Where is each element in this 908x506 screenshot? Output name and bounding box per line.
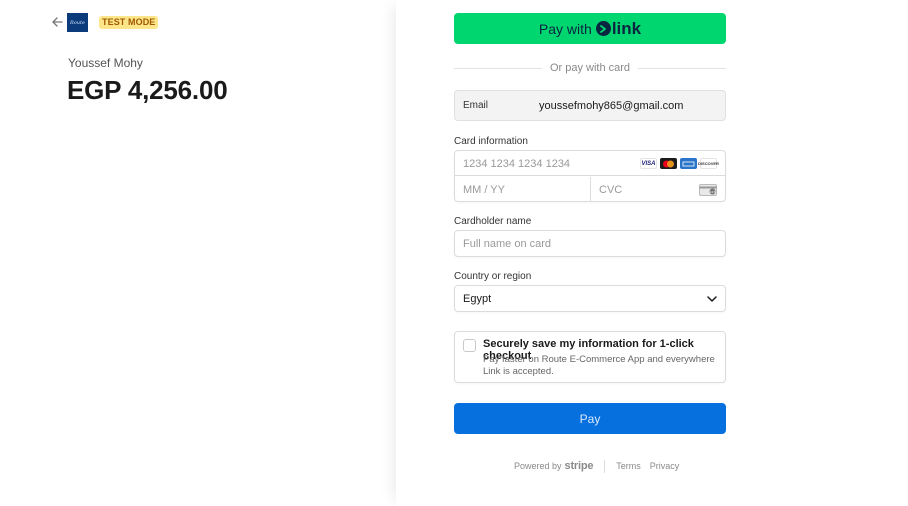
arrow-left-icon[interactable] (50, 14, 64, 30)
visa-icon: VISA (640, 158, 657, 169)
cardholder-name-input[interactable] (454, 230, 726, 257)
email-field[interactable]: Email youssefmohy865@gmail.com (454, 90, 726, 121)
card-information-label: Card information (454, 136, 528, 147)
mastercard-icon (660, 158, 677, 169)
svg-text:123: 123 (710, 190, 716, 194)
discover-icon: DISCOVER (698, 158, 719, 169)
order-summary-panel: Route TEST MODE Youssef Mohy EGP 4,256.0… (0, 0, 396, 506)
cvc-card-icon: 123 (699, 183, 717, 196)
terms-link[interactable]: Terms (616, 461, 641, 471)
pay-button[interactable]: Pay (454, 403, 726, 434)
country-label: Country or region (454, 271, 532, 282)
country-value: Egypt (463, 292, 492, 305)
total-amount: EGP 4,256.00 (67, 75, 228, 105)
save-info-description: Pay faster on Route E-Commerce App and e… (483, 354, 715, 377)
test-mode-badge: TEST MODE (99, 16, 159, 29)
stripe-logo: stripe (564, 460, 594, 472)
save-info-box: Securely save my information for 1-click… (454, 331, 726, 383)
link-wordmark: link (611, 18, 642, 38)
save-info-checkbox[interactable] (463, 339, 476, 352)
or-pay-with-card-divider: Or pay with card (454, 61, 726, 75)
card-brands: VISA DISCOVER (640, 158, 719, 169)
cardholder-name-label: Cardholder name (454, 216, 532, 227)
email-label: Email (463, 100, 489, 111)
footer: Powered by stripe Terms Privacy (514, 459, 688, 473)
amex-icon (680, 158, 697, 169)
card-expiry-input[interactable] (463, 177, 589, 202)
powered-by-text: Powered by (514, 461, 562, 471)
card-information-group: VISA DISCOVER 123 (454, 150, 726, 202)
card-number-input[interactable] (463, 151, 633, 176)
link-logo: link (595, 18, 642, 39)
privacy-link[interactable]: Privacy (650, 461, 680, 471)
link-button-prefix: Pay with (538, 20, 592, 37)
link-arrow-icon (595, 21, 611, 36)
country-select[interactable]: Egypt (454, 285, 726, 312)
pay-with-link-button[interactable]: Pay with link (454, 13, 726, 44)
chevron-down-icon (707, 290, 717, 308)
merchant-logo: Route (67, 13, 88, 32)
merchant-name: Youssef Mohy (68, 56, 143, 70)
card-cvc-input[interactable] (599, 177, 689, 202)
email-value: youssefmohy865@gmail.com (539, 99, 684, 112)
divider-text: Or pay with card (549, 62, 631, 74)
